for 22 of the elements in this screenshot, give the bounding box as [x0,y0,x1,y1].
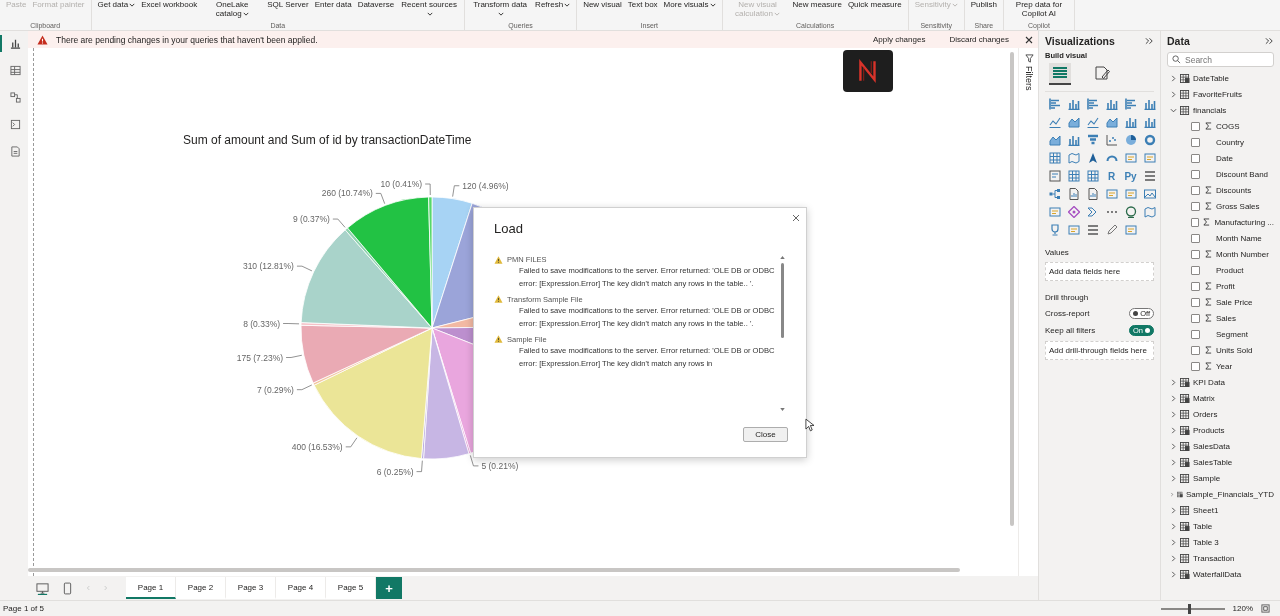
dialog-title: Load [494,221,523,236]
pane-title: Visualizations [1045,35,1115,47]
data-label: 8 (0.33%) [243,318,281,329]
data-label: 9 (0.37%) [293,214,330,225]
toggle-label: Keep all filters [1045,326,1096,335]
data-label: 5 (0.21%) [481,460,519,471]
toggle-label: Cross-report [1045,309,1090,318]
chart-title: Sum of amount and Sum of id by transactionDateTime [183,133,472,147]
data-label: 400 (16.53%) [291,441,343,452]
section-label: Drill through [1045,293,1090,302]
data-label: 120 (4.96%) [462,180,509,191]
section-label: Values [1045,248,1070,257]
data-label: 310 (12.81%) [242,261,294,272]
data-label: 7 (0.29%) [257,384,294,395]
pane-title: Data [1167,35,1190,47]
zoom-level: 120% [1232,604,1253,613]
data-label: 175 (7.23%) [236,352,284,363]
data-label: 6 (0.25%) [376,466,414,477]
data-label: 260 (10.74%) [321,188,373,199]
data-label: 10 (0.41%) [380,179,423,189]
page-count: Page 1 of 5 [3,604,44,613]
warning-message: There are pending changes in your queries that haven't been applied. [56,34,318,45]
